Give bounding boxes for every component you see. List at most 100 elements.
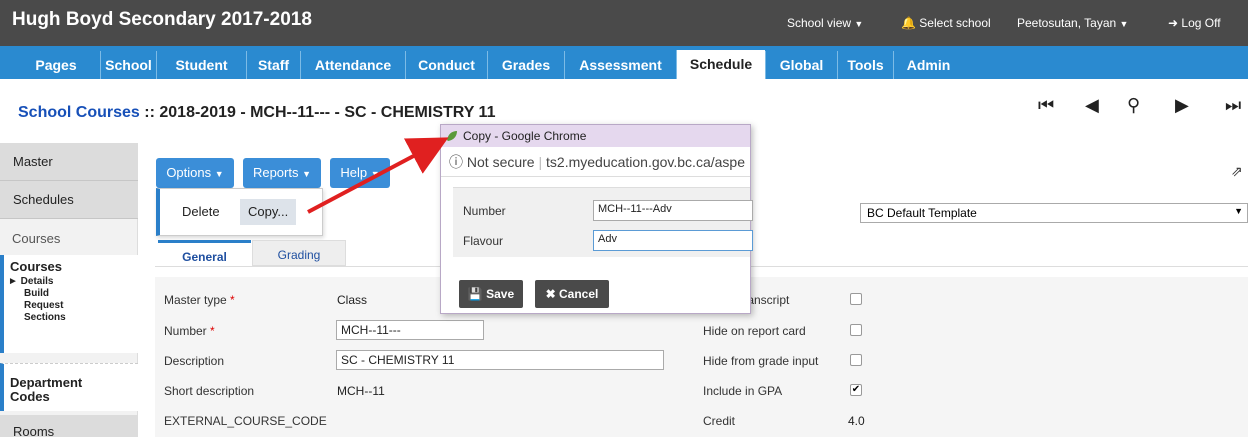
short-description-label: Short description bbox=[164, 384, 255, 398]
short-description-value: MCH--11 bbox=[337, 384, 385, 398]
close-icon: ✖ bbox=[545, 287, 556, 301]
sidebar-item-courses[interactable]: Courses bbox=[10, 259, 62, 274]
tab-attendance[interactable]: Attendance bbox=[300, 51, 405, 79]
tab-grades[interactable]: Grades bbox=[487, 51, 564, 79]
app-title: Hugh Boyd Secondary 2017-2018 bbox=[12, 9, 312, 30]
popup-title: Copy - Google Chrome bbox=[463, 129, 587, 143]
popup-titlebar: Copy - Google Chrome bbox=[441, 125, 750, 147]
include-gpa-checkbox[interactable]: ✔ bbox=[850, 384, 862, 396]
tab-conduct[interactable]: Conduct bbox=[405, 51, 487, 79]
logoff-label: Log Off bbox=[1181, 16, 1221, 30]
number-input[interactable]: MCH--11--- bbox=[336, 320, 484, 340]
sidebar-sub-details[interactable]: ► Details bbox=[8, 276, 53, 287]
leaf-icon bbox=[447, 131, 457, 141]
caret-down-icon: ▼ bbox=[1234, 206, 1243, 216]
reports-button[interactable]: Reports ▼ bbox=[243, 158, 321, 188]
caret-down-icon: ▼ bbox=[1119, 19, 1129, 29]
description-label: Description bbox=[164, 354, 225, 368]
popup-flavour-input[interactable]: Adv bbox=[593, 230, 753, 251]
floppy-icon: 💾 bbox=[467, 287, 483, 301]
cancel-label: Cancel bbox=[559, 287, 599, 301]
not-secure-label: Not secure bbox=[466, 154, 535, 170]
master-type-label: Master type * bbox=[164, 293, 235, 307]
page-title: School Courses :: 2018-2019 - MCH--11---… bbox=[18, 104, 495, 122]
main-nav: Pages School Student Staff Attendance Co… bbox=[0, 46, 1248, 79]
next-record-icon[interactable]: ▶ bbox=[1175, 95, 1189, 116]
last-record-icon[interactable]: ⏭ bbox=[1225, 95, 1241, 116]
caret-down-icon: ▼ bbox=[370, 169, 380, 179]
tab-student[interactable]: Student bbox=[156, 51, 246, 79]
sidebar-item-schedules[interactable]: Schedules bbox=[0, 181, 138, 219]
number-label: Number * bbox=[164, 324, 215, 338]
help-button[interactable]: Help ▼ bbox=[330, 158, 390, 188]
tab-general[interactable]: General bbox=[158, 240, 251, 266]
popup-url: ts2.myeducation.gov.bc.ca/aspe bbox=[546, 154, 745, 170]
tab-schedule[interactable]: Schedule bbox=[676, 50, 765, 79]
tab-admin[interactable]: Admin bbox=[893, 51, 963, 79]
include-gpa-label: Include in GPA bbox=[703, 384, 783, 398]
first-record-icon[interactable]: ⏮ bbox=[1038, 95, 1054, 116]
top-header: Hugh Boyd Secondary 2017-2018 School vie… bbox=[0, 0, 1248, 46]
user-name: Peetosutan, Tayan bbox=[1017, 16, 1117, 30]
app-window: Hugh Boyd Secondary 2017-2018 School vie… bbox=[0, 0, 1248, 437]
popout-icon[interactable]: ⇗ bbox=[1231, 163, 1243, 180]
template-select[interactable]: BC Default Template ▼ bbox=[860, 203, 1248, 223]
sidebar-group-courses: Courses ► Details Build Request Sections bbox=[0, 255, 138, 353]
sidebar-item-rooms[interactable]: Rooms bbox=[0, 415, 138, 437]
template-select-value: BC Default Template bbox=[867, 206, 977, 220]
hide-grade-input-checkbox[interactable] bbox=[850, 354, 862, 366]
menu-item-delete[interactable]: Delete bbox=[174, 199, 228, 225]
menu-item-copy[interactable]: Copy... bbox=[240, 199, 297, 225]
hide-report-card-checkbox[interactable] bbox=[850, 324, 862, 336]
caret-down-icon: ▼ bbox=[854, 19, 864, 29]
tab-grading[interactable]: Grading bbox=[252, 240, 346, 266]
logoff-icon: ➜ bbox=[1168, 16, 1179, 30]
popup-url-bar[interactable]: ⓘ Not secure | ts2.myeducation.gov.bc.ca… bbox=[441, 147, 750, 177]
hide-report-card-label: Hide on report card bbox=[703, 324, 806, 338]
page-title-rest: :: 2018-2019 - MCH--11--- - SC - CHEMIST… bbox=[144, 104, 496, 121]
prev-record-icon[interactable]: ◀ bbox=[1085, 95, 1099, 116]
bell-icon: 🔔 bbox=[901, 16, 916, 30]
page-title-link[interactable]: School Courses bbox=[18, 104, 140, 121]
user-menu[interactable]: Peetosutan, Tayan ▼ bbox=[1017, 16, 1128, 30]
popup-flavour-label: Flavour bbox=[463, 234, 504, 248]
tab-global[interactable]: Global bbox=[765, 51, 837, 79]
tab-assessment[interactable]: Assessment bbox=[564, 51, 676, 79]
select-school-label: Select school bbox=[919, 16, 991, 30]
options-label: Options bbox=[166, 165, 212, 180]
hide-transcript-checkbox[interactable] bbox=[850, 293, 862, 305]
tab-pages[interactable]: Pages bbox=[12, 51, 100, 79]
logoff-link[interactable]: ➜ Log Off bbox=[1168, 16, 1221, 30]
sidebar-section-courses: Courses bbox=[12, 231, 61, 246]
caret-down-icon: ▼ bbox=[302, 169, 312, 179]
sidebar-item-department[interactable]: Department Codes bbox=[0, 363, 138, 411]
credit-label: Credit bbox=[703, 414, 736, 428]
popup-form: Number MCH--11---Adv Flavour Adv bbox=[453, 187, 753, 257]
master-type-value: Class bbox=[337, 293, 368, 307]
tab-staff[interactable]: Staff bbox=[246, 51, 300, 79]
save-button[interactable]: 💾 Save bbox=[459, 280, 523, 308]
school-view-label: School view bbox=[787, 16, 852, 30]
save-label: Save bbox=[486, 287, 515, 301]
sidebar-department-label: Department Codes bbox=[10, 375, 83, 404]
left-sidebar: Master Schedules Courses Courses ► Detai… bbox=[0, 143, 138, 437]
info-icon: ⓘ bbox=[449, 154, 463, 170]
credit-value: 4.0 bbox=[848, 414, 865, 428]
copy-popup-window: Copy - Google Chrome ⓘ Not secure | ts2.… bbox=[440, 124, 753, 314]
options-menu: Delete Copy... bbox=[156, 188, 323, 236]
tab-tools[interactable]: Tools bbox=[837, 51, 893, 79]
options-button[interactable]: Options ▼ bbox=[156, 158, 234, 188]
tab-school[interactable]: School bbox=[100, 51, 156, 79]
school-view-menu[interactable]: School view ▼ bbox=[787, 16, 863, 30]
cancel-button[interactable]: ✖ Cancel bbox=[535, 280, 609, 308]
search-icon[interactable]: ⚲ bbox=[1127, 95, 1140, 116]
sidebar-sub-request[interactable]: Request bbox=[24, 300, 63, 311]
sidebar-item-master[interactable]: Master bbox=[0, 143, 138, 181]
external-course-code-label: EXTERNAL_COURSE_CODE bbox=[164, 414, 327, 428]
sidebar-sub-sections[interactable]: Sections bbox=[24, 312, 66, 323]
hide-grade-input-label: Hide from grade input bbox=[703, 354, 819, 368]
sidebar-sub-build[interactable]: Build bbox=[24, 288, 49, 299]
popup-number-input[interactable]: MCH--11---Adv bbox=[593, 200, 753, 221]
description-input[interactable]: SC - CHEMISTRY 11 bbox=[336, 350, 664, 370]
select-school-link[interactable]: 🔔 Select school bbox=[901, 16, 991, 30]
